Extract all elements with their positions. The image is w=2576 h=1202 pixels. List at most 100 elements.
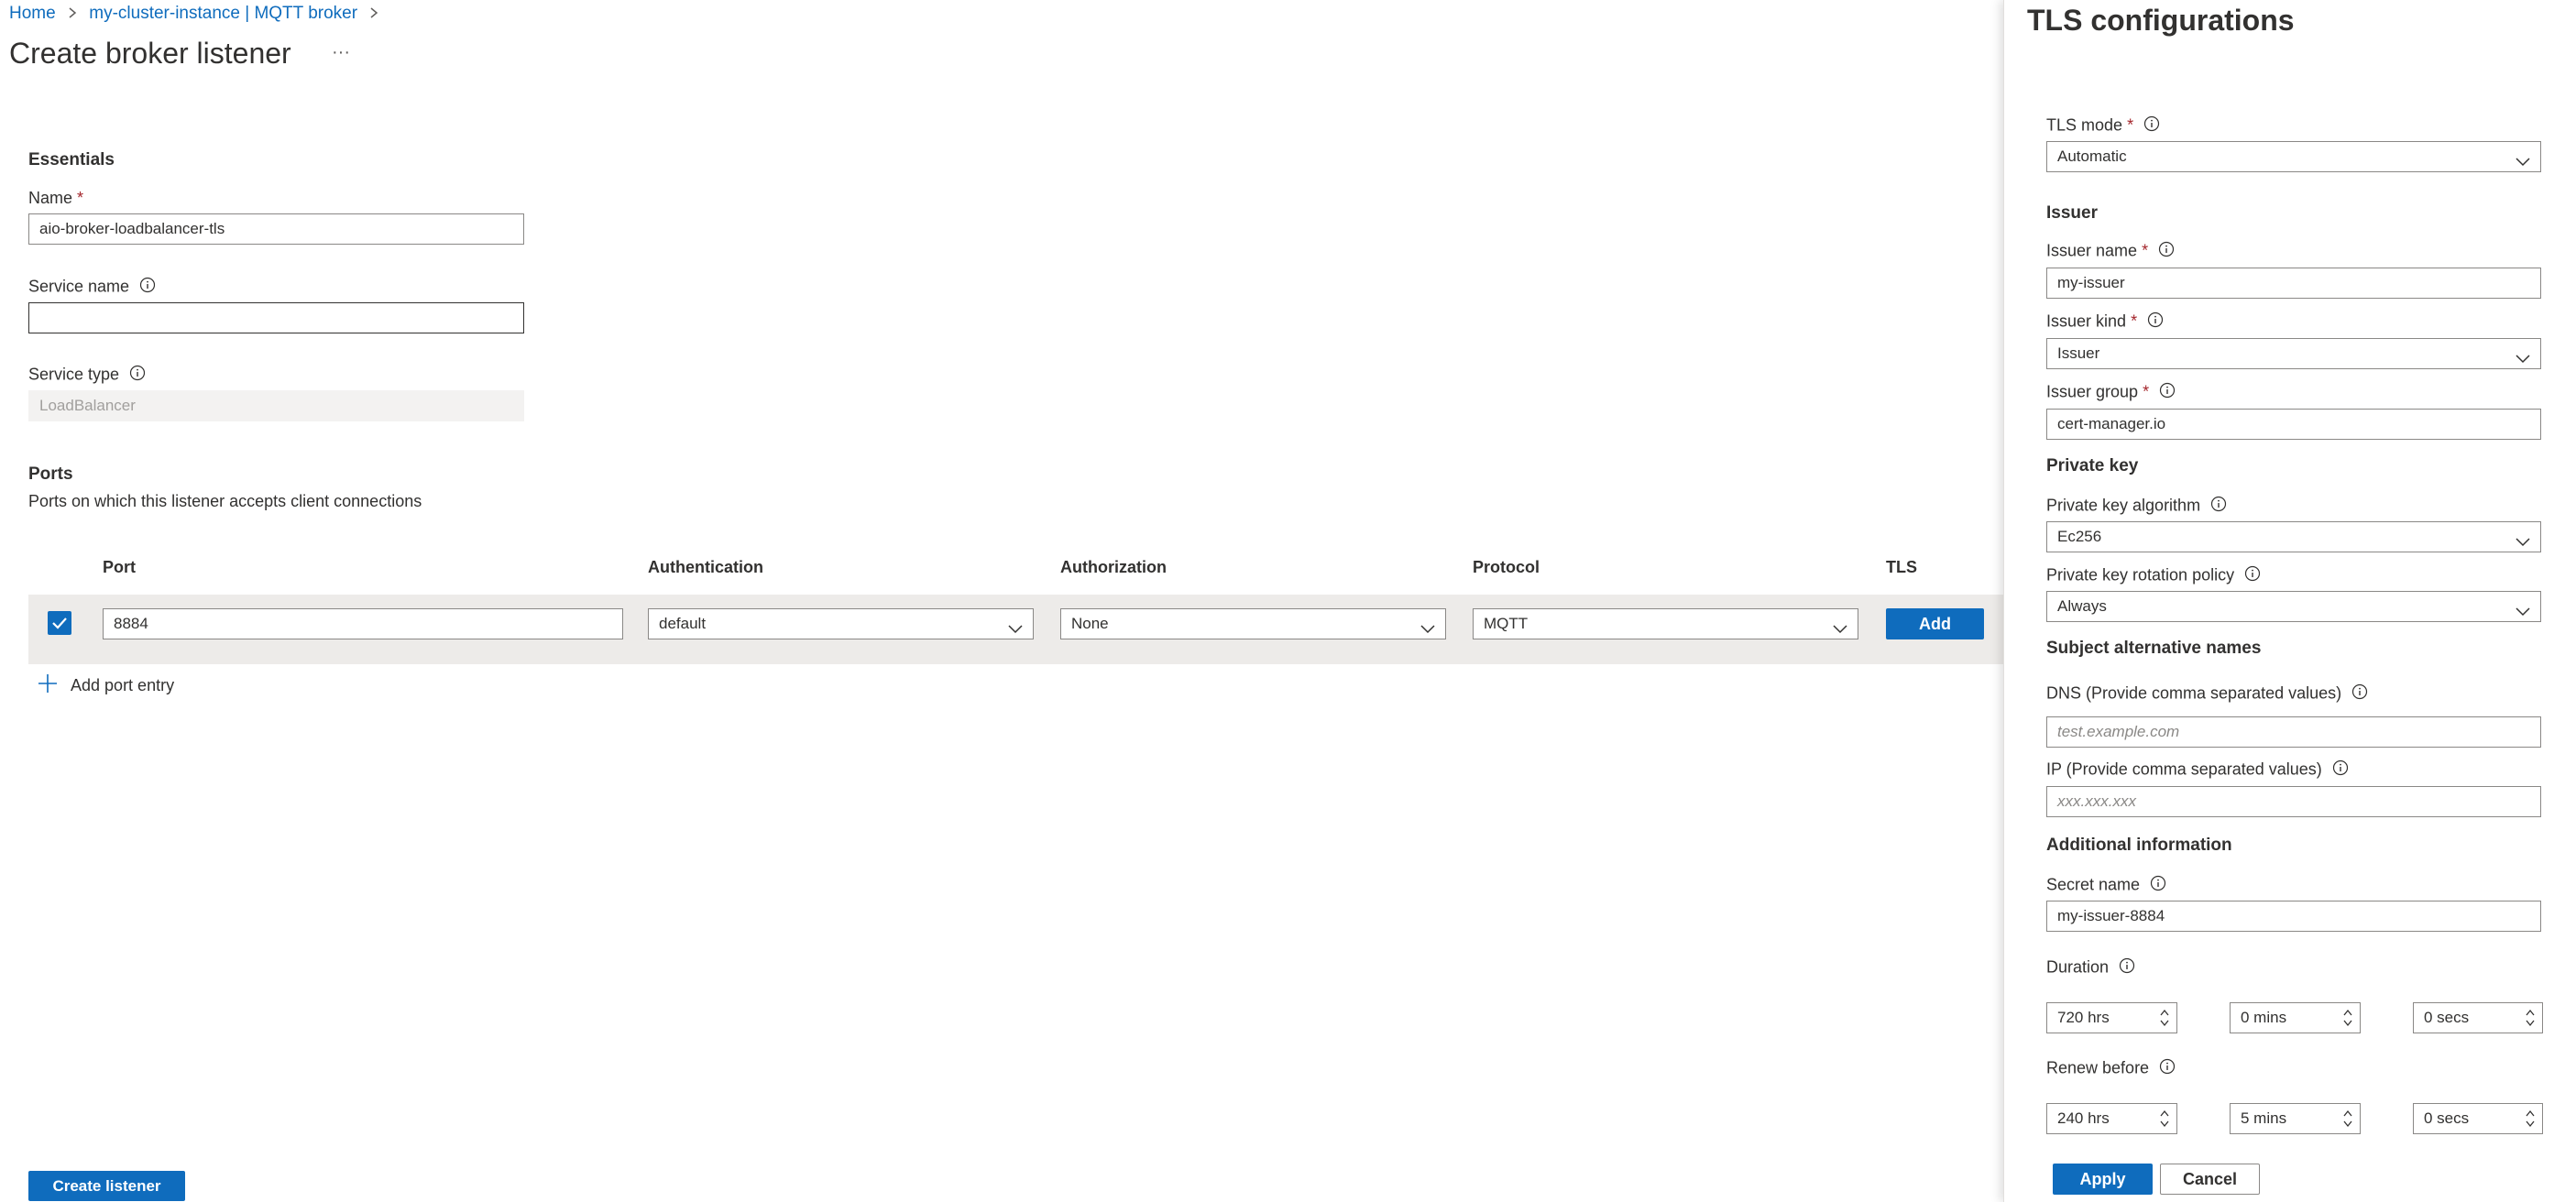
service-name-label: Service name (28, 277, 156, 298)
spinner-arrows-icon[interactable] (2524, 1005, 2537, 1031)
required-asterisk: * (77, 189, 84, 207)
required-asterisk: * (2142, 241, 2149, 260)
duration-hours-spinner[interactable]: 720 hrs (2046, 1002, 2177, 1033)
issuer-name-label: Issuer name * (2046, 241, 2175, 262)
spinner-arrows-icon[interactable] (2341, 1005, 2354, 1031)
tls-mode-label-text: TLS mode (2046, 115, 2123, 135)
duration-seconds-value: 0 secs (2424, 1009, 2470, 1026)
name-label: Name * (28, 189, 83, 208)
authentication-select[interactable]: default (648, 608, 1034, 639)
info-icon[interactable] (2119, 957, 2135, 978)
port-input[interactable]: 8884 (103, 608, 623, 639)
info-icon[interactable] (2143, 115, 2160, 137)
dns-label-text: DNS (Provide comma separated values) (2046, 683, 2342, 703)
name-input[interactable]: aio-broker-loadbalancer-tls (28, 213, 524, 245)
apply-button[interactable]: Apply (2053, 1164, 2153, 1195)
issuer-kind-label: Issuer kind * (2046, 311, 2164, 333)
secret-name-label: Secret name (2046, 875, 2166, 896)
renew-before-label-text: Renew before (2046, 1058, 2150, 1077)
tls-mode-label: TLS mode * (2046, 115, 2160, 137)
renew-hours-spinner[interactable]: 240 hrs (2046, 1103, 2177, 1134)
breadcrumb: Home my-cluster-instance | MQTT broker (9, 4, 378, 24)
authorization-select-value: None (1071, 615, 1109, 632)
issuer-kind-select-value: Issuer (2057, 344, 2100, 362)
private-key-algorithm-label-text: Private key algorithm (2046, 496, 2201, 515)
issuer-kind-select[interactable]: Issuer (2046, 338, 2541, 369)
create-listener-button[interactable]: Create listener (28, 1171, 185, 1201)
plus-icon (37, 672, 59, 699)
private-key-rotation-label: Private key rotation policy (2046, 565, 2261, 586)
renew-seconds-spinner[interactable]: 0 secs (2413, 1103, 2543, 1134)
info-icon[interactable] (2351, 683, 2368, 705)
protocol-select[interactable]: MQTT (1473, 608, 1858, 639)
info-icon[interactable] (2147, 311, 2164, 333)
ip-input[interactable]: xxx.xxx.xxx (2046, 786, 2541, 817)
issuer-name-input[interactable]: my-issuer (2046, 268, 2541, 299)
breadcrumb-home-link[interactable]: Home (9, 4, 56, 23)
dns-label: DNS (Provide comma separated values) (2046, 683, 2368, 705)
spinner-arrows-icon[interactable] (2158, 1005, 2171, 1031)
dns-input[interactable]: test.example.com (2046, 716, 2541, 748)
private-key-heading: Private key (2046, 456, 2139, 475)
info-icon[interactable] (2159, 1058, 2176, 1079)
service-type-label-text: Service type (28, 365, 120, 384)
private-key-algorithm-label: Private key algorithm (2046, 496, 2227, 517)
chevron-down-icon (2515, 599, 2531, 621)
tls-mode-select-value: Automatic (2057, 148, 2127, 165)
breadcrumb-instance-link[interactable]: my-cluster-instance | MQTT broker (89, 4, 357, 23)
info-icon[interactable] (2159, 382, 2176, 403)
renew-before-label: Renew before (2046, 1058, 2176, 1079)
renew-minutes-value: 5 mins (2241, 1109, 2287, 1127)
info-icon[interactable] (139, 277, 156, 298)
more-options-button[interactable]: ··· (332, 42, 350, 63)
spinner-arrows-icon[interactable] (2158, 1106, 2171, 1131)
spinner-arrows-icon[interactable] (2341, 1106, 2354, 1131)
row-checkbox[interactable] (48, 611, 71, 635)
duration-seconds-spinner[interactable]: 0 secs (2413, 1002, 2543, 1033)
info-icon[interactable] (129, 365, 146, 386)
duration-minutes-spinner[interactable]: 0 mins (2230, 1002, 2361, 1033)
required-asterisk: * (2143, 382, 2150, 401)
column-header-protocol: Protocol (1473, 558, 1540, 576)
name-label-text: Name (28, 189, 73, 207)
column-header-authorization: Authorization (1060, 558, 1167, 576)
info-icon[interactable] (2332, 759, 2349, 781)
renew-seconds-value: 0 secs (2424, 1109, 2470, 1127)
tls-configurations-panel: TLS configurations TLS mode * Automatic … (2003, 0, 2576, 1202)
add-tls-button[interactable]: Add (1886, 608, 1984, 639)
cancel-button[interactable]: Cancel (2160, 1164, 2260, 1195)
private-key-rotation-select[interactable]: Always (2046, 591, 2541, 622)
add-port-entry-label: Add port entry (71, 676, 175, 694)
issuer-heading: Issuer (2046, 203, 2098, 223)
secret-name-input[interactable]: my-issuer-8884 (2046, 901, 2541, 932)
service-type-label: Service type (28, 365, 146, 386)
column-header-port: Port (103, 558, 136, 576)
renew-minutes-spinner[interactable]: 5 mins (2230, 1103, 2361, 1134)
info-icon[interactable] (2244, 565, 2261, 586)
service-name-label-text: Service name (28, 277, 130, 296)
page-title: Create broker listener (9, 37, 291, 70)
subject-alternative-names-heading: Subject alternative names (2046, 639, 2262, 658)
chevron-down-icon (1007, 617, 1024, 639)
issuer-kind-label-text: Issuer kind (2046, 311, 2127, 331)
secret-name-label-text: Secret name (2046, 875, 2141, 894)
spinner-arrows-icon[interactable] (2524, 1106, 2537, 1131)
issuer-group-label-text: Issuer group (2046, 382, 2139, 401)
duration-hours-value: 720 hrs (2057, 1009, 2110, 1026)
info-icon[interactable] (2158, 241, 2175, 262)
issuer-group-input[interactable]: cert-manager.io (2046, 409, 2541, 440)
panel-title: TLS configurations (2027, 4, 2295, 37)
ip-label-text: IP (Provide comma separated values) (2046, 759, 2322, 779)
tls-mode-select[interactable]: Automatic (2046, 141, 2541, 172)
private-key-algorithm-select[interactable]: Ec256 (2046, 521, 2541, 552)
authorization-select[interactable]: None (1060, 608, 1446, 639)
info-icon[interactable] (2210, 496, 2227, 517)
add-port-entry-button[interactable]: Add port entry (37, 672, 174, 699)
private-key-algorithm-select-value: Ec256 (2057, 528, 2102, 545)
required-asterisk: * (2131, 311, 2138, 331)
table-row: 8884 default None MQTT Add (28, 595, 2003, 664)
info-icon[interactable] (2150, 875, 2166, 896)
checkmark-icon (52, 617, 67, 629)
ip-label: IP (Provide comma separated values) (2046, 759, 2349, 781)
service-name-input[interactable] (28, 302, 524, 333)
